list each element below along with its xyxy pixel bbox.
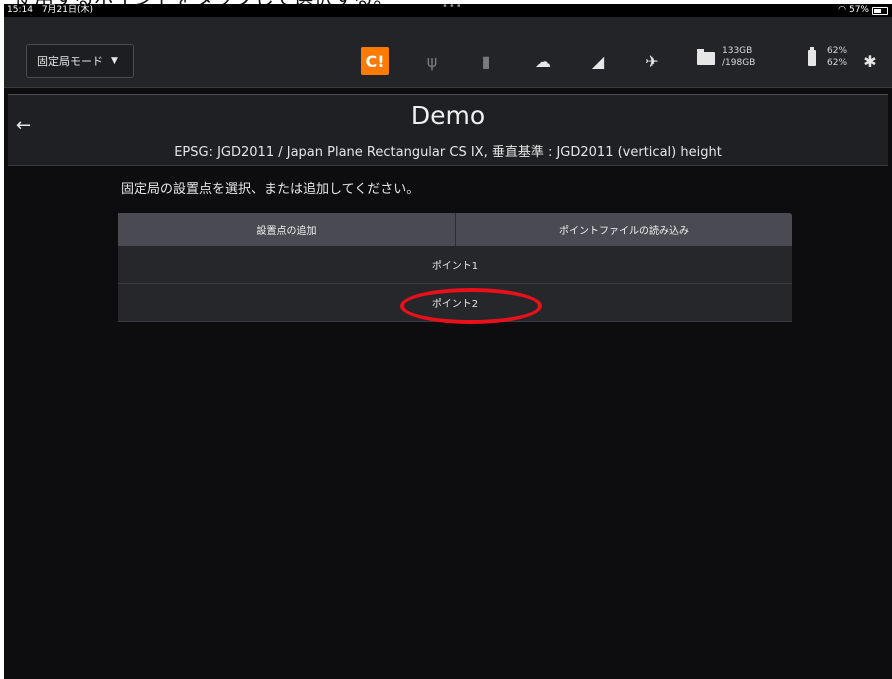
tablet-screen: 15:14 7月21日(木) ••• ◠ 57% 固定局モード ▼ C! ψ ▮… (4, 4, 892, 679)
app-toolbar: 固定局モード ▼ C! ψ ▮ ☁ ◢ ✈ 133GB /198GB 62% 6… (4, 17, 892, 88)
battery-icon (872, 6, 888, 15)
page-header: ← Demo EPSG: JGD2011 / Japan Plane Recta… (8, 94, 888, 166)
storage-total: /198GB (722, 58, 756, 68)
multitask-dots[interactable]: ••• (442, 4, 463, 13)
chevron-down-icon: ▼ (111, 56, 118, 66)
battery-icon[interactable] (808, 47, 816, 66)
storage-used: 133GB (722, 46, 753, 56)
satellite-icon[interactable]: ✈ (638, 47, 666, 75)
load-point-file-button[interactable]: ポイントファイルの読み込み (456, 213, 792, 246)
status-date: 7月21日(木) (41, 5, 94, 15)
sd-card-icon[interactable]: ▮ (472, 47, 500, 75)
ios-status-bar: 15:14 7月21日(木) ••• ◠ 57% (4, 4, 892, 17)
status-alert-icon[interactable]: C! (361, 47, 389, 75)
battery-level-2: 62% (827, 58, 848, 68)
page-title: Demo (410, 101, 486, 130)
mode-dropdown[interactable]: 固定局モード ▼ (26, 44, 134, 78)
status-time: 15:14 (7, 5, 33, 15)
wifi-icon: ◠ (838, 5, 846, 15)
status-battery: 57% (848, 5, 869, 15)
point-list-item[interactable]: ポイント1 (118, 246, 792, 284)
crs-subtitle: EPSG: JGD2011 / Japan Plane Rectangular … (174, 145, 722, 160)
battery-level-1: 62% (827, 46, 848, 56)
signal-icon[interactable]: ◢ (584, 47, 612, 75)
cloud-icon[interactable]: ☁ (529, 47, 557, 75)
usb-icon[interactable]: ψ (418, 47, 446, 75)
storage-info: 133GB /198GB (722, 45, 755, 69)
battery-info: 62% 62% (827, 45, 847, 69)
mode-label: 固定局モード (37, 55, 103, 68)
gear-icon[interactable]: ✱ (856, 47, 884, 75)
instruction-text: 固定局の設置点を選択、または追加してください。 (121, 182, 420, 197)
folder-icon[interactable] (697, 49, 715, 65)
add-point-button[interactable]: 設置点の追加 (118, 213, 456, 246)
point-list-item[interactable]: ポイント2 (118, 284, 792, 322)
